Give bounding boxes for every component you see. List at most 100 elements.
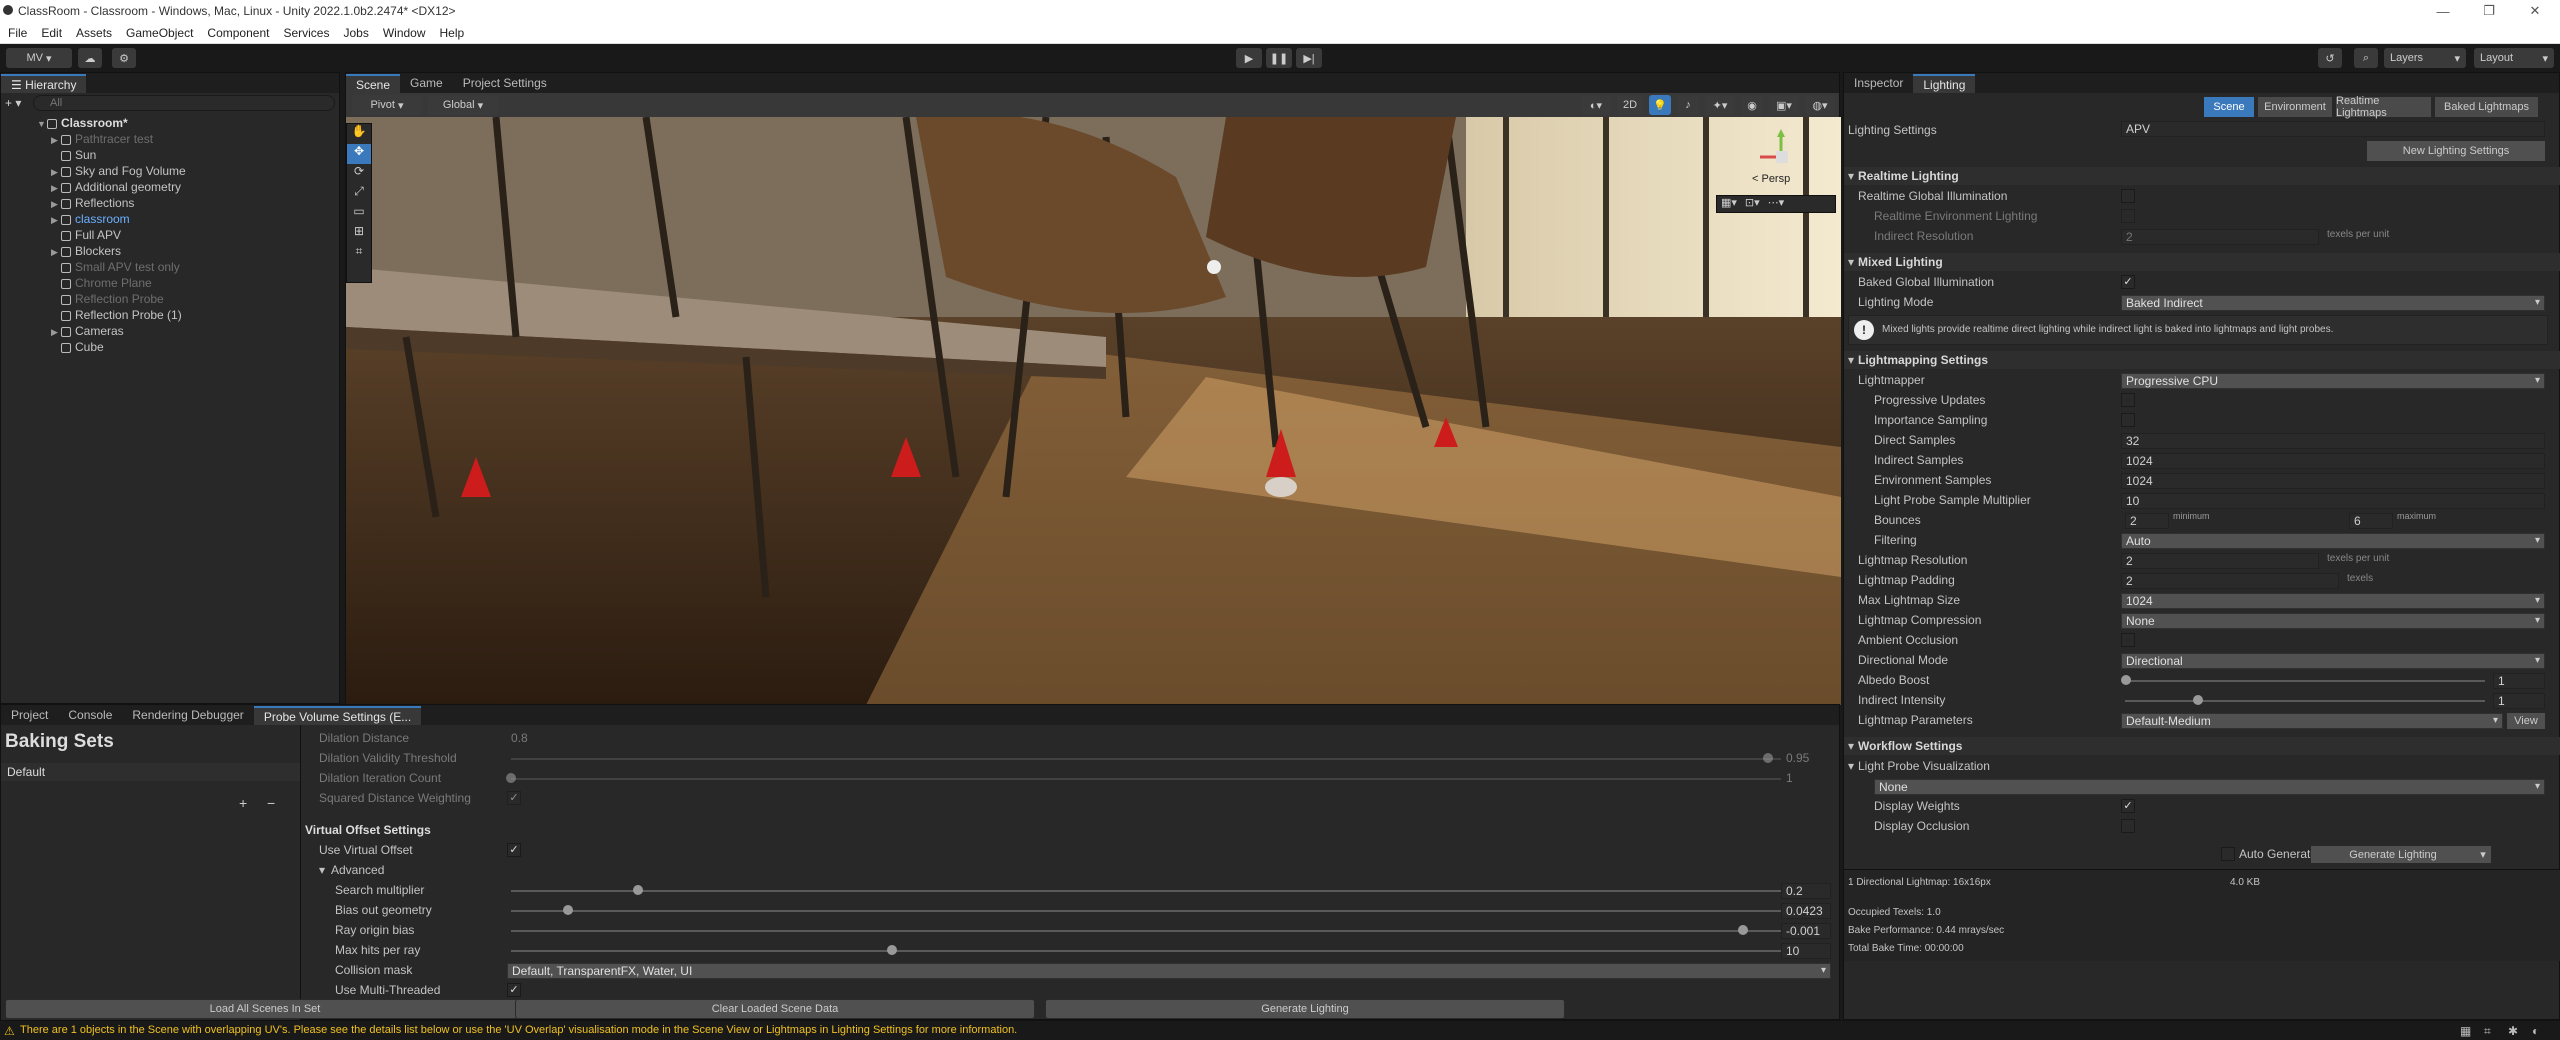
global-dropdown[interactable]: Global ▾ — [428, 95, 498, 115]
multi-threaded-checkbox[interactable]: ✓ — [507, 983, 521, 997]
lighting-mode-dropdown[interactable]: Baked Indirect — [2121, 295, 2545, 311]
directional-mode-dropdown[interactable]: Directional — [2121, 653, 2545, 669]
lm-row-field[interactable]: 1024 — [2121, 473, 2545, 489]
tab-inspector[interactable]: Inspector — [1844, 74, 1913, 93]
hierarchy-item[interactable]: Chrome Plane — [1, 275, 339, 291]
slider-value-field[interactable]: -0.001 — [1781, 923, 1831, 939]
squared-distance-checkbox[interactable]: ✓ — [507, 791, 521, 805]
hierarchy-item[interactable]: Sun — [1, 147, 339, 163]
lightmapper-dropdown[interactable]: Progressive CPU — [2121, 373, 2545, 389]
custom-tool-icon[interactable]: ⌗ — [347, 244, 371, 264]
tab-game[interactable]: Game — [400, 74, 453, 93]
hierarchy-item[interactable]: ▶ Pathtracer test — [1, 131, 339, 147]
lighting-toggle-icon[interactable]: 💡 — [1649, 95, 1671, 115]
minimize-icon[interactable]: — — [2420, 0, 2466, 22]
expand-arrow-icon[interactable]: ▶ — [51, 244, 61, 260]
new-lighting-settings-button[interactable]: New Lighting Settings — [2367, 141, 2545, 161]
slider-knob[interactable] — [1763, 753, 1774, 763]
menu-edit[interactable]: Edit — [41, 22, 62, 44]
camera-settings-icon[interactable]: ▣▾ — [1769, 95, 1799, 115]
menu-help[interactable]: Help — [440, 22, 465, 44]
menu-assets[interactable]: Assets — [76, 22, 112, 44]
tab-bottom-2[interactable]: Rendering Debugger — [122, 706, 253, 725]
display-occlusion-checkbox[interactable] — [2121, 819, 2135, 833]
lm-row-checkbox[interactable] — [2121, 413, 2135, 427]
bgi-checkbox[interactable]: ✓ — [2121, 275, 2135, 289]
lightmap-padding-field[interactable]: 2 — [2121, 573, 2339, 589]
hierarchy-item[interactable]: ▶ Blockers — [1, 243, 339, 259]
scale-tool-icon[interactable]: ⤢ — [347, 184, 371, 204]
play-button[interactable]: ▶ — [1236, 48, 1262, 68]
hierarchy-item[interactable]: ▶ Cameras — [1, 323, 339, 339]
rotate-tool-icon[interactable]: ⟳ — [347, 164, 371, 184]
hierarchy-item[interactable]: Reflection Probe — [1, 291, 339, 307]
close-icon[interactable]: ✕ — [2512, 0, 2558, 22]
step-button[interactable]: ▶| — [1296, 48, 1322, 68]
increment-icon[interactable]: ⋯▾ — [1768, 196, 1785, 212]
expand-arrow-icon[interactable]: ▶ — [51, 132, 61, 148]
lightmap-compression-dropdown[interactable]: None — [2121, 613, 2545, 629]
expand-arrow-icon[interactable]: ▶ — [51, 324, 61, 340]
lighting-settings-field[interactable]: APV — [2121, 121, 2545, 137]
debug-icon[interactable]: ✱ — [2508, 1024, 2518, 1038]
bounces-max-field[interactable]: 6 — [2349, 513, 2393, 529]
auto-generate-checkbox[interactable] — [2221, 847, 2235, 861]
lighting-subtab-2[interactable]: Realtime Lightmaps — [2336, 95, 2431, 119]
hidden-objects-icon[interactable]: ◉ — [1741, 95, 1763, 115]
add-set-button[interactable]: + — [239, 795, 247, 811]
scene-viewport[interactable]: ✋ ✥ ⟳ ⤢ ▭ ⊞ ⌗ < Persp ▦▾ ⊡▾ ⋯▾ — [346, 117, 1841, 705]
advanced-foldout[interactable]: ▾ — [319, 863, 325, 877]
slider-value-field[interactable]: 10 — [1781, 943, 1831, 959]
pv-button-0[interactable]: Load All Scenes In Set — [5, 999, 525, 1019]
menu-component[interactable]: Component — [207, 22, 269, 44]
hierarchy-item[interactable]: Small APV test only — [1, 259, 339, 275]
audio-toggle-icon[interactable]: ♪ — [1677, 95, 1699, 115]
cloud-icon[interactable]: ☁ — [78, 48, 102, 68]
tab-bottom-0[interactable]: Project — [1, 706, 58, 725]
bounces-min-field[interactable]: 2 — [2125, 513, 2169, 529]
baking-set-default[interactable]: Default — [1, 763, 300, 781]
layers-dropdown[interactable]: Layers ▾ — [2384, 48, 2466, 68]
account-button[interactable]: MV ▾ — [6, 48, 72, 68]
slider-value-field[interactable]: 0.0423 — [1781, 903, 1831, 919]
hierarchy-item[interactable]: ▶ Additional geometry — [1, 179, 339, 195]
lpv-dropdown[interactable]: None — [1874, 779, 2545, 795]
menu-window[interactable]: Window — [383, 22, 426, 44]
effects-icon[interactable]: ✦▾ — [1705, 95, 1735, 115]
lm-row-checkbox[interactable] — [2121, 393, 2135, 407]
rel-checkbox[interactable] — [2121, 209, 2135, 223]
hierarchy-item[interactable]: ▶ Sky and Fog Volume — [1, 163, 339, 179]
gizmos-icon[interactable]: ◍▾ — [1805, 95, 1835, 115]
slider-value-field[interactable]: 0.2 — [1781, 883, 1831, 899]
pause-button[interactable]: ❚❚ — [1266, 48, 1292, 68]
search-icon[interactable]: ⌕ — [2354, 48, 2378, 68]
lightmap-parameters-dropdown[interactable]: Default-Medium — [2121, 713, 2503, 729]
hierarchy-item[interactable]: ▶ Reflections — [1, 195, 339, 211]
generate-lighting-button[interactable]: Generate Lighting — [2311, 846, 2475, 863]
menu-jobs[interactable]: Jobs — [343, 22, 368, 44]
filtering-dropdown[interactable]: Auto — [2121, 533, 2545, 549]
slider-knob[interactable] — [1737, 925, 1748, 935]
collab-icon[interactable]: ⚙ — [112, 48, 136, 68]
expand-arrow-icon[interactable]: ▶ — [51, 212, 61, 228]
indirect-intensity-field[interactable]: 1 — [2493, 693, 2545, 709]
menu-file[interactable]: File — [8, 22, 27, 44]
dilation-value[interactable]: 0.95 — [1786, 751, 1809, 765]
hierarchy-item[interactable]: ▶ classroom — [1, 211, 339, 227]
slider-knob[interactable] — [563, 905, 574, 915]
albedo-boost-field[interactable]: 1 — [2493, 673, 2545, 689]
menu-services[interactable]: Services — [283, 22, 329, 44]
use-virtual-offset-checkbox[interactable]: ✓ — [507, 843, 521, 857]
layout-dropdown[interactable]: Layout ▾ — [2474, 48, 2554, 68]
rgi-checkbox[interactable] — [2121, 189, 2135, 203]
move-tool-icon[interactable]: ✥ — [347, 144, 371, 164]
view-button[interactable]: View — [2507, 713, 2545, 729]
pv-button-1[interactable]: Clear Loaded Scene Data — [515, 999, 1035, 1019]
pivot-dropdown[interactable]: Pivot ▾ — [352, 95, 422, 115]
tab-project-settings[interactable]: Project Settings — [453, 74, 557, 93]
mixed-lighting-header[interactable] — [1844, 253, 2560, 271]
hierarchy-root[interactable]: ▼ Classroom* — [1, 115, 339, 131]
snap-icon[interactable]: ⊡▾ — [1745, 196, 1760, 212]
draw-mode-icon[interactable]: ◐▾ — [1581, 95, 1611, 115]
slider-knob[interactable] — [506, 773, 516, 783]
